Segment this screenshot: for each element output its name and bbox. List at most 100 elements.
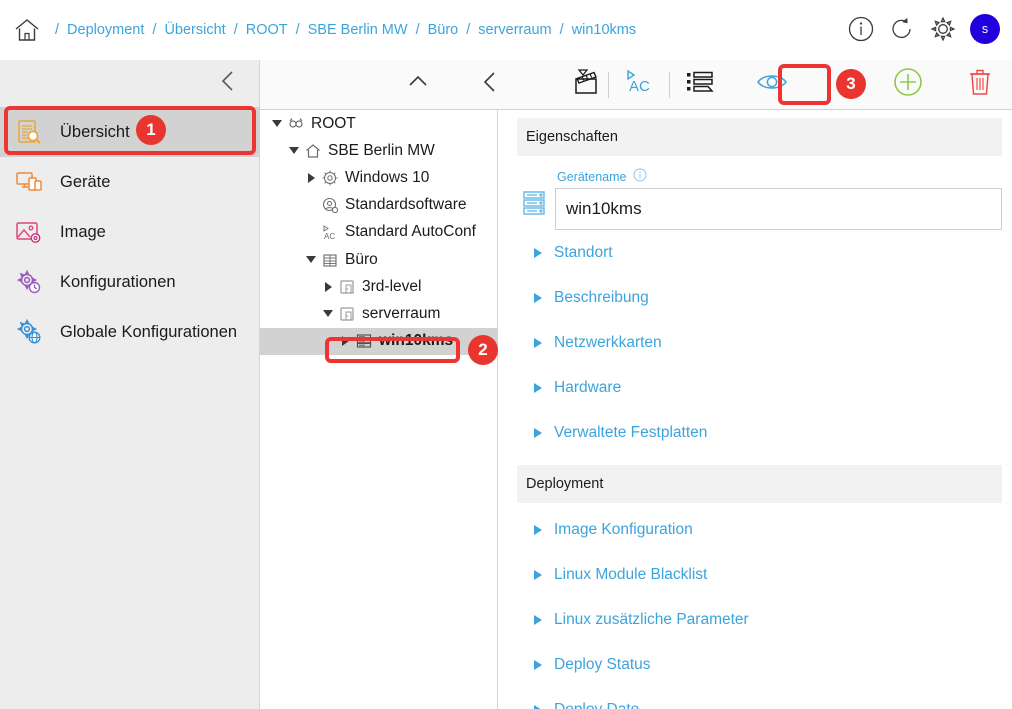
tree-node-standardsoftware[interactable]: Standardsoftware [260, 192, 497, 219]
content-toolbar: AC [260, 60, 1012, 110]
toolbar-divider [669, 71, 670, 98]
accordion-label: Hardware [554, 378, 622, 396]
tree-node-label: serverraum [362, 304, 441, 322]
breadcrumb-item-buero[interactable]: Büro [427, 22, 460, 38]
sidebar-item-uebersicht[interactable]: Übersicht [0, 107, 259, 157]
sidebar-item-geraete[interactable]: Geräte [0, 157, 259, 207]
sidebar-item-image[interactable]: Image [0, 207, 259, 257]
breadcrumb-item-root[interactable]: ROOT [245, 22, 289, 38]
section-header-eigenschaften: Eigenschaften [517, 118, 1002, 156]
tree-node-serverraum[interactable]: serverraum [260, 300, 497, 327]
accordion-linux-module-blacklist[interactable]: Linux Module Blacklist [499, 552, 1012, 597]
deployment-button[interactable] [564, 63, 608, 107]
edit-button[interactable] [826, 63, 870, 107]
accordion-label: Deploy Status [554, 655, 651, 673]
sidebar-item-label: Konfigurationen [60, 272, 176, 291]
collapse-up-button[interactable] [396, 63, 440, 107]
accordion-netzwerkkarten[interactable]: Netzwerkkarten [499, 320, 1012, 365]
accordion-beschreibung[interactable]: Beschreibung [499, 275, 1012, 320]
clapperboard-icon [570, 66, 602, 103]
expander-down-icon[interactable] [319, 310, 337, 318]
sidebar-item-globale-konfigurationen[interactable]: Globale Konfigurationen [0, 307, 259, 357]
accordion-deploy-status[interactable]: Deploy Status [499, 642, 1012, 687]
accordion-image-konfiguration[interactable]: Image Konfiguration [499, 507, 1012, 552]
devices-icon [14, 167, 44, 197]
plus-circle-icon [891, 65, 925, 104]
breadcrumb-item-deployment[interactable]: Deployment [66, 22, 145, 38]
back-button[interactable] [468, 63, 512, 107]
autoconf-button[interactable]: AC [617, 63, 661, 107]
expander-right-icon[interactable] [319, 281, 337, 292]
autoconf-icon: AC [320, 223, 339, 241]
tree-node-root[interactable]: ROOT [260, 110, 497, 137]
trash-icon [965, 66, 995, 103]
expander-down-icon[interactable] [285, 147, 303, 155]
breadcrumb-item-sbe-berlin-mw[interactable]: SBE Berlin MW [307, 22, 409, 38]
sidebar-collapse-button[interactable] [0, 60, 259, 107]
top-action-icons: s [847, 14, 1000, 44]
windows-settings-icon [320, 169, 339, 187]
chevron-right-icon [534, 524, 542, 535]
gear-icon[interactable] [929, 15, 957, 43]
delete-button[interactable] [958, 63, 1002, 107]
tree-node-win10kms[interactable]: win10kms [260, 327, 497, 355]
avatar[interactable]: s [970, 14, 1000, 44]
expander-right-icon[interactable] [302, 172, 320, 183]
tree-node-label: ROOT [311, 114, 356, 132]
breadcrumb-separator: / [415, 22, 420, 38]
accordion-linux-zusaetzliche-parameter[interactable]: Linux zusätzliche Parameter [499, 597, 1012, 642]
accordion-deploy-date[interactable]: Deploy Date [499, 687, 1012, 709]
add-button[interactable] [886, 63, 930, 107]
sidebar-item-konfigurationen[interactable]: Konfigurationen [0, 257, 259, 307]
toolbar-divider [608, 71, 609, 98]
refresh-icon[interactable] [888, 15, 916, 43]
breadcrumb-separator: / [152, 22, 157, 38]
expander-right-icon[interactable] [336, 336, 354, 347]
info-icon[interactable] [633, 168, 647, 185]
view-details-button[interactable] [750, 63, 794, 107]
breadcrumb-item-serverraum[interactable]: serverraum [477, 22, 552, 38]
sidebar-item-label: Image [60, 222, 106, 241]
geraetename-input[interactable] [555, 188, 1002, 230]
expander-down-icon[interactable] [302, 256, 320, 264]
tree-node-windows-10[interactable]: Windows 10 [260, 164, 497, 191]
info-icon[interactable] [847, 15, 875, 43]
chevron-right-icon [534, 427, 542, 438]
configurations-gear-icon [14, 267, 44, 297]
chevron-up-icon [405, 69, 431, 100]
tree-node-standard-autoconf[interactable]: AC Standard AutoConf [260, 219, 497, 246]
section-header-deployment: Deployment [517, 465, 1002, 503]
navigation-tree: ROOT SBE Berlin MW Windows 10 Standardso… [260, 110, 498, 709]
breadcrumb-item-win10kms[interactable]: win10kms [571, 22, 637, 38]
room-icon [337, 305, 356, 323]
top-breadcrumb-bar: / Deployment / Übersicht / ROOT / SBE Be… [0, 0, 1012, 60]
breadcrumb-separator: / [295, 22, 300, 38]
tree-node-sbe-berlin-mw[interactable]: SBE Berlin MW [260, 137, 497, 164]
list-actions-button[interactable] [678, 63, 722, 107]
accordion-hardware[interactable]: Hardware [499, 365, 1012, 410]
expander-down-icon[interactable] [268, 120, 286, 128]
sidebar: Übersicht Geräte Image Konfigurationen G… [0, 60, 260, 709]
ac-play-icon: AC [619, 66, 659, 103]
geraetename-label: Gerätename [557, 169, 627, 184]
chevron-right-icon [534, 704, 542, 709]
accordion-label: Beschreibung [554, 288, 649, 306]
chevron-right-icon [534, 292, 542, 303]
sidebar-item-label: Geräte [60, 172, 111, 191]
properties-panel: Eigenschaften Gerätename win10kms Stando… [499, 110, 1012, 709]
tree-node-label: Windows 10 [345, 168, 430, 186]
tree-node-3rd-level[interactable]: 3rd-level [260, 273, 497, 300]
breadcrumb-item-uebersicht[interactable]: Übersicht [163, 22, 226, 38]
accordion-label: Linux zusätzliche Parameter [554, 610, 749, 628]
accordion-verwaltete-festplatten[interactable]: Verwaltete Festplatten [499, 410, 1012, 455]
home-icon [303, 142, 322, 160]
accordion-standort[interactable]: Standort [499, 230, 1012, 275]
chevron-right-icon [534, 569, 542, 580]
eye-icon [755, 69, 789, 100]
chevron-right-icon [534, 382, 542, 393]
tree-node-label: win10kms [379, 332, 454, 350]
tree-node-label: SBE Berlin MW [328, 141, 435, 159]
tree-node-buero[interactable]: Büro [260, 246, 497, 273]
home-icon[interactable] [0, 15, 42, 45]
accordion-label: Verwaltete Festplatten [554, 423, 708, 441]
